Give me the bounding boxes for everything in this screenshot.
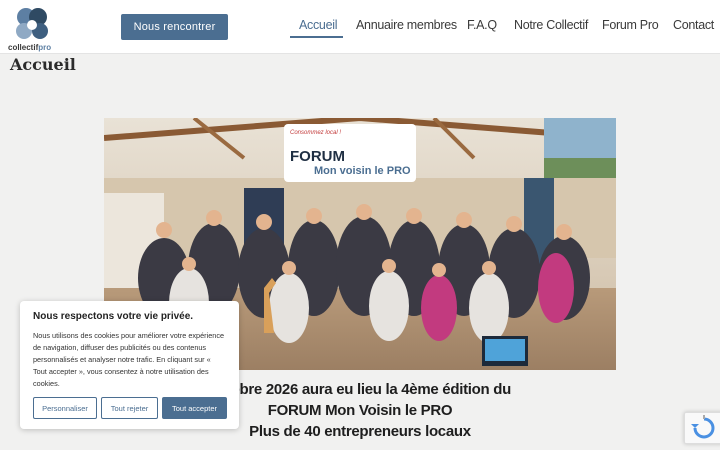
recaptcha-badge[interactable] bbox=[684, 412, 720, 444]
nav-item-notre-collectif[interactable]: Notre Collectif bbox=[514, 18, 588, 32]
nav-item-faq[interactable]: F.A.Q bbox=[467, 18, 497, 32]
forum-sign-tagline: Consommez local ! bbox=[290, 130, 342, 136]
cookie-customize-button[interactable]: Personnaliser bbox=[33, 397, 97, 419]
cookie-description: Nous utilisons des cookies pour améliore… bbox=[33, 331, 225, 388]
cookie-title: Nous respectons votre vie privée. bbox=[33, 311, 194, 322]
logo-text: collectifpro bbox=[8, 43, 52, 52]
nous-rencontrer-button[interactable]: Nous rencontrer bbox=[121, 14, 228, 40]
cookie-accept-button[interactable]: Tout accepter bbox=[162, 397, 227, 419]
nav-item-forum-pro[interactable]: Forum Pro bbox=[602, 18, 659, 32]
nav-item-contact[interactable]: Contact bbox=[673, 18, 714, 32]
forum-sign-subtitle: Mon voisin le PRO bbox=[314, 165, 411, 177]
nav-item-accueil[interactable]: Accueil bbox=[299, 18, 338, 32]
logo[interactable]: collectifpro bbox=[6, 3, 56, 53]
active-nav-underline bbox=[290, 36, 343, 38]
site-header: collectifpro Nous rencontrer Accueil Ann… bbox=[0, 0, 720, 54]
recaptcha-icon bbox=[691, 415, 715, 439]
page-title: Accueil bbox=[10, 55, 76, 74]
collectif-pro-logo-icon bbox=[16, 8, 48, 39]
nav-item-annuaire-membres[interactable]: Annuaire membres bbox=[356, 18, 457, 32]
cookie-consent-banner: Nous respectons votre vie privée. Nous u… bbox=[20, 301, 239, 429]
cookie-reject-button[interactable]: Tout rejeter bbox=[101, 397, 158, 419]
forum-sign-title: FORUM bbox=[290, 148, 345, 165]
cookie-buttons: Personnaliser Tout rejeter Tout accepter bbox=[33, 397, 231, 419]
